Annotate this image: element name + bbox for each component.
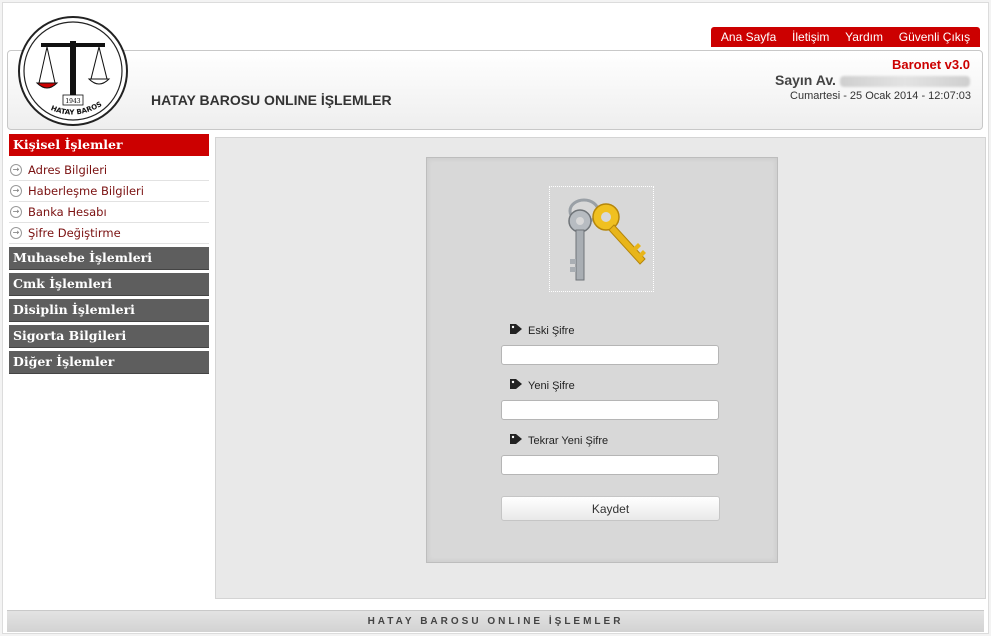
brand-version: Baronet v3.0 (891, 57, 970, 72)
old-password-label: Eski Şifre (510, 324, 574, 337)
sidebar-section-other[interactable]: Diğer İşlemler (9, 351, 209, 374)
sidebar-item-label: Şifre Değiştirme (28, 226, 121, 240)
new-password-label: Yeni Şifre (510, 379, 575, 392)
tag-icon (510, 434, 522, 447)
footer: HATAY BAROSU ONLINE İŞLEMLER (7, 610, 984, 632)
repeat-password-label-text: Tekrar Yeni Şifre (528, 434, 609, 447)
old-password-input[interactable] (501, 345, 719, 365)
sidebar-item-change-password[interactable]: → Şifre Değiştirme (9, 223, 209, 244)
arrow-circle-icon: → (10, 227, 22, 239)
keys-icon (568, 198, 646, 281)
personal-submenu: → Adres Bilgileri → Haberleşme Bilgileri… (9, 160, 209, 244)
nav-contact-link[interactable]: İletişim (792, 30, 829, 44)
arrow-circle-icon: → (10, 185, 22, 197)
repeat-password-input[interactable] (501, 455, 719, 475)
save-button[interactable]: Kaydet (501, 496, 720, 521)
sidebar-item-label: Adres Bilgileri (28, 163, 108, 177)
sidebar-section-discipline[interactable]: Disiplin İşlemleri (9, 299, 209, 322)
sidebar-section-insurance[interactable]: Sigorta Bilgileri (9, 325, 209, 348)
sidebar-section-accounting[interactable]: Muhasebe İşlemleri (9, 247, 209, 270)
nav-logout-link[interactable]: Güvenli Çıkış (899, 30, 970, 44)
greeting-text: Sayın Av. (775, 72, 836, 88)
sidebar-section-personal[interactable]: Kişisel İşlemler (9, 134, 209, 156)
sidebar-item-label: Haberleşme Bilgileri (28, 184, 144, 198)
site-title: HATAY BAROSU ONLINE İŞLEMLER (151, 92, 392, 108)
keys-image-frame (549, 186, 654, 292)
new-password-label-text: Yeni Şifre (528, 379, 575, 392)
repeat-password-label: Tekrar Yeni Şifre (510, 434, 608, 447)
tag-icon (510, 324, 522, 337)
bar-association-logo: 1943 HATAY BAROSU (17, 15, 128, 126)
sidebar-item-label: Banka Hesabı (28, 205, 107, 219)
logo-year: 1943 (65, 98, 80, 105)
arrow-circle-icon: → (10, 206, 22, 218)
sidebar-item-address[interactable]: → Adres Bilgileri (9, 160, 209, 181)
sidebar-item-communication[interactable]: → Haberleşme Bilgileri (9, 181, 209, 202)
blurred-username (839, 75, 970, 87)
current-datetime: Cumartesi - 25 Ocak 2014 - 12:07:03 (790, 90, 971, 102)
tag-icon (510, 379, 522, 392)
sidebar-item-bank-account[interactable]: → Banka Hesabı (9, 202, 209, 223)
sidebar-section-cmk[interactable]: Cmk İşlemleri (9, 273, 209, 296)
user-greeting: Sayın Av. (775, 72, 970, 88)
arrow-circle-icon: → (10, 164, 22, 176)
top-navigation: Ana Sayfa İletişim Yardım Güvenli Çıkış (711, 27, 980, 47)
old-password-label-text: Eski Şifre (528, 324, 575, 337)
nav-help-link[interactable]: Yardım (845, 30, 883, 44)
nav-home-link[interactable]: Ana Sayfa (721, 30, 776, 44)
sidebar-menu: Kişisel İşlemler → Adres Bilgileri → Hab… (9, 134, 209, 377)
new-password-input[interactable] (501, 400, 719, 420)
